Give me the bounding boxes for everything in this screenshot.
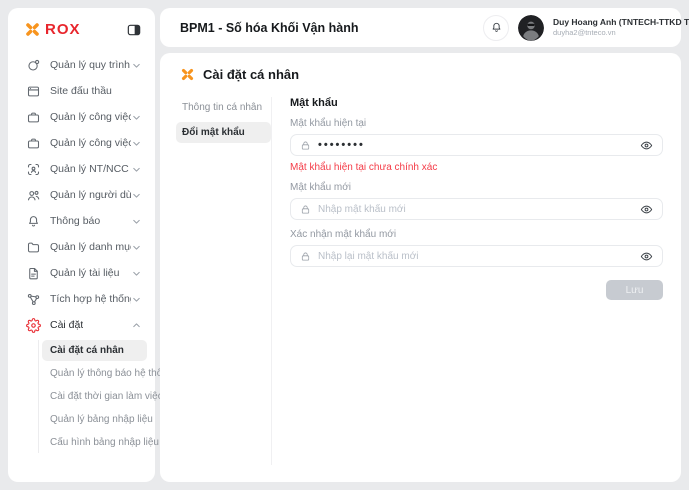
rox-logo-text: ROX <box>45 21 81 38</box>
form-section-title: Mật khẩu <box>290 97 663 109</box>
user-email: duyha2@tnteco.vn <box>553 28 671 38</box>
lock-icon <box>300 140 311 151</box>
field-label: Mật khẩu hiện tại <box>290 118 663 129</box>
bell-icon <box>26 214 41 229</box>
tab-0[interactable]: Thông tin cá nhân <box>176 97 271 118</box>
password-input-1 <box>290 198 663 220</box>
password-field-2[interactable] <box>318 251 633 262</box>
user-avatar[interactable] <box>518 15 544 41</box>
sidebar-menu: Quản lý quy trình Site đấu thầu Quản lý cô… <box>8 46 155 453</box>
password-input-0 <box>290 134 663 156</box>
page-title-row: Cài đặt cá nhân <box>160 67 681 82</box>
lock-icon <box>300 251 311 262</box>
chevron-down-icon <box>131 138 142 149</box>
rox-logo-icon <box>24 21 41 38</box>
sidebar-item-label: Quản lý công việc <box>50 137 131 149</box>
chevron-down-icon <box>131 216 142 227</box>
users-icon <box>26 188 41 203</box>
sidebar-item-7[interactable]: Quản lý danh mục <box>8 234 155 260</box>
sidebar-toggle-icon[interactable] <box>126 22 142 38</box>
password-field-1[interactable] <box>318 204 633 215</box>
sidebar-item-8[interactable]: Quản lý tài liệu <box>8 260 155 286</box>
header-right: Duy Hoang Anh (TNTECH-TTKD TKT... duyha2… <box>483 15 671 41</box>
field-label: Xác nhận mật khẩu mới <box>290 229 663 240</box>
user-name: Duy Hoang Anh (TNTECH-TTKD TKT... <box>553 17 671 28</box>
user-meta[interactable]: Duy Hoang Anh (TNTECH-TTKD TKT... duyha2… <box>553 17 671 39</box>
page-header-title: BPM1 - Số hóa Khối Vận hành <box>180 21 358 35</box>
field-error: Mật khẩu hiện tại chưa chính xác <box>290 162 663 173</box>
sidebar-item-9[interactable]: Tích hợp hệ thống <box>8 286 155 312</box>
save-button[interactable]: Lưu <box>606 280 663 300</box>
lock-icon <box>300 204 311 215</box>
main-content: Cài đặt cá nhân Thông tin cá nhân Đổi mật… <box>160 53 681 482</box>
submenu-item-1[interactable]: Quản lý thông báo hệ thống <box>42 363 147 384</box>
vendor-scan-icon <box>26 162 41 177</box>
page-title: Cài đặt cá nhân <box>203 67 299 82</box>
sidebar-item-3[interactable]: Quản lý công việc <box>8 130 155 156</box>
integration-icon <box>26 292 41 307</box>
sidebar: ROX Quản lý quy trìnhSite đấu thầuQuản l… <box>8 8 155 482</box>
sidebar-item-10[interactable]: Cài đặt <box>8 312 155 338</box>
top-header: BPM1 - Số hóa Khối Vận hành Duy Hoang An… <box>160 8 681 47</box>
chevron-up-icon <box>131 320 142 331</box>
page-title-icon <box>180 67 195 82</box>
eye-icon[interactable] <box>640 250 653 263</box>
submenu-item-0[interactable]: Cài đặt cá nhân <box>42 340 147 361</box>
sidebar-item-2[interactable]: Quản lý công việc <box>8 104 155 130</box>
submenu-item-3[interactable]: Quản lý bảng nhập liệu <box>42 409 147 430</box>
sidebar-item-label: Quản lý tài liệu <box>50 267 119 279</box>
submenu-item-4[interactable]: Cấu hình bảng nhập liệu <box>42 432 147 453</box>
password-input-2 <box>290 245 663 267</box>
briefcase-icon <box>26 110 41 125</box>
logo-row: ROX <box>8 8 155 46</box>
sidebar-item-label: Quản lý người dùng <box>50 189 131 201</box>
gear-icon <box>26 318 41 333</box>
chevron-down-icon <box>131 294 142 305</box>
chevron-down-icon <box>131 112 142 123</box>
notification-bell-icon[interactable] <box>483 15 509 41</box>
sidebar-item-label: Cài đặt <box>50 319 83 331</box>
eye-icon[interactable] <box>640 203 653 216</box>
folder-icon <box>26 240 41 255</box>
document-icon <box>26 266 41 281</box>
briefcase-icon <box>26 136 41 151</box>
sidebar-item-4[interactable]: Quản lý NT/NCC <box>8 156 155 182</box>
chevron-down-icon <box>131 60 142 71</box>
password-form: Mật khẩu Mật khẩu hiện tại Mật khẩu hiện … <box>272 97 681 465</box>
submenu-item-2[interactable]: Cài đặt thời gian làm việc <box>42 386 147 407</box>
sidebar-item-label: Quản lý danh mục <box>50 241 131 253</box>
sidebar-item-0[interactable]: Quản lý quy trình <box>8 52 155 78</box>
chevron-down-icon <box>131 164 142 175</box>
eye-icon[interactable] <box>640 139 653 152</box>
sidebar-item-label: Thông báo <box>50 215 100 227</box>
chevron-down-icon <box>131 190 142 201</box>
settings-submenu: Cài đặt cá nhânQuản lý thông báo hệ thốn… <box>38 340 147 453</box>
tab-1[interactable]: Đổi mật khẩu <box>176 122 271 143</box>
sidebar-item-label: Quản lý NT/NCC <box>50 163 129 175</box>
chevron-down-icon <box>131 242 142 253</box>
sidebar-item-label: Quản lý công việc <box>50 111 131 123</box>
site-icon <box>26 84 41 99</box>
sidebar-item-label: Tích hợp hệ thống <box>50 293 131 305</box>
sidebar-item-label: Quản lý quy trình <box>50 59 130 71</box>
settings-tabs: Thông tin cá nhân Đổi mật khẩu <box>160 97 271 465</box>
field-label: Mật khẩu mới <box>290 182 663 193</box>
workflow-icon <box>26 58 41 73</box>
sidebar-item-5[interactable]: Quản lý người dùng <box>8 182 155 208</box>
sidebar-item-6[interactable]: Thông báo <box>8 208 155 234</box>
chevron-down-icon <box>131 268 142 279</box>
password-field-0[interactable] <box>318 139 633 151</box>
sidebar-item-1[interactable]: Site đấu thầu <box>8 78 155 104</box>
sidebar-item-label: Site đấu thầu <box>50 85 112 97</box>
